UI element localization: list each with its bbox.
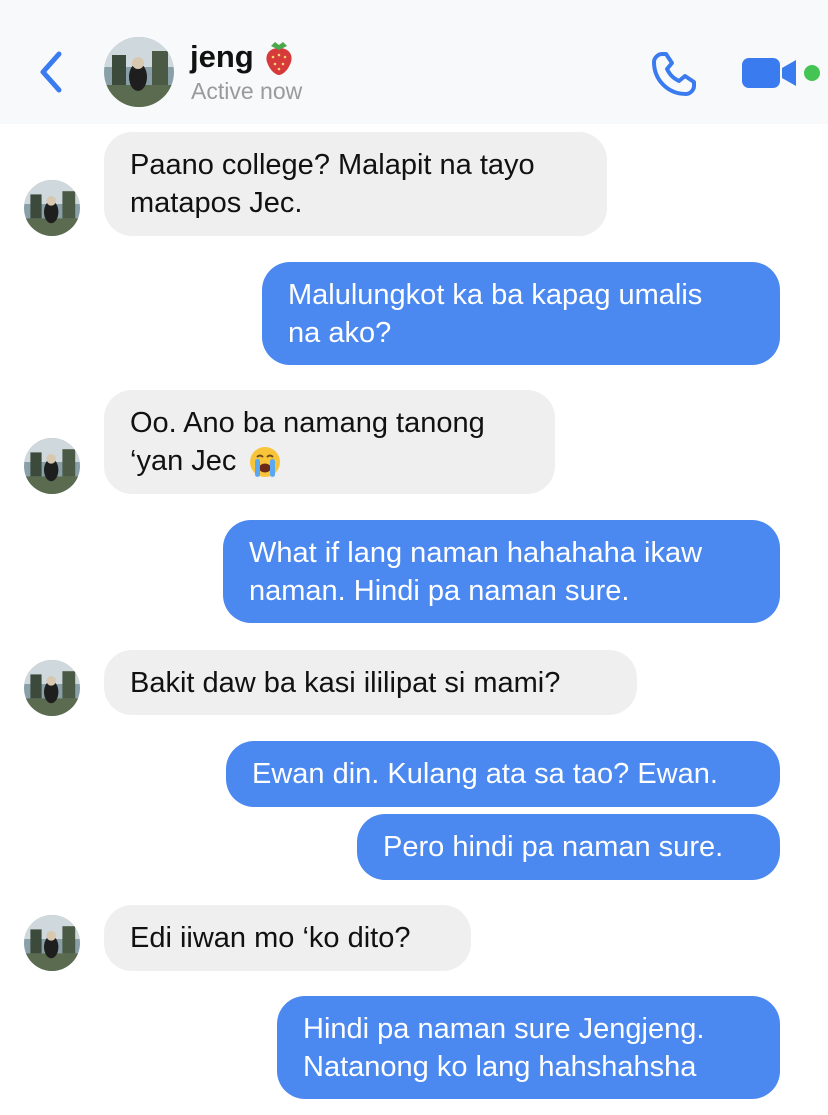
message-line: Oo. Ano ba namang tanong	[130, 407, 485, 439]
message-line: Natanong ko lang hahshahsha	[303, 1050, 697, 1083]
message-line: Bakit daw ba kasi ililipat si mami?	[130, 666, 561, 699]
message-bubble-outgoing[interactable]: Ewan din. Kulang ata sa tao? Ewan.	[226, 741, 780, 807]
message-line: matapos Jec.	[130, 187, 303, 219]
message-bubble-incoming[interactable]: Edi iiwan mo ‘ko dito?	[104, 905, 471, 971]
message-line-with-emoji: ‘yan Jec	[130, 442, 485, 480]
loudly-crying-face-icon	[250, 447, 281, 478]
back-button[interactable]	[30, 46, 70, 98]
chat-header: jeng Active now	[0, 0, 828, 124]
message-line: What if lang naman hahahaha ikaw	[249, 536, 703, 569]
contact-name: jeng	[190, 38, 296, 76]
active-status: Active now	[191, 78, 303, 104]
sender-avatar[interactable]	[24, 915, 80, 971]
contact-avatar[interactable]	[104, 37, 174, 107]
message-line: Paano college? Malapit na tayo	[130, 149, 535, 181]
phone-icon	[652, 52, 696, 96]
call-button[interactable]	[648, 48, 700, 100]
sender-avatar[interactable]	[24, 660, 80, 716]
message-bubble-incoming[interactable]: Paano college? Malapit na tayo matapos J…	[104, 132, 607, 236]
message-line: Pero hindi pa naman sure.	[383, 831, 724, 863]
message-bubble-outgoing[interactable]: Pero hindi pa naman sure.	[357, 814, 780, 880]
message-line: Edi iiwan mo ‘ko dito?	[130, 922, 411, 954]
sender-avatar[interactable]	[24, 438, 80, 494]
contact-name-text: jeng	[190, 39, 254, 74]
message-line: Malulungkot ka ba kapag umalis	[288, 278, 703, 311]
sender-avatar[interactable]	[24, 180, 80, 236]
chevron-left-icon	[40, 51, 62, 93]
video-call-button[interactable]	[740, 52, 800, 94]
message-bubble-outgoing[interactable]: Malulungkot ka ba kapag umalis na ako?	[262, 262, 780, 365]
message-bubble-outgoing[interactable]: What if lang naman hahahaha ikaw naman. …	[223, 520, 780, 623]
message-bubble-incoming[interactable]: Bakit daw ba kasi ililipat si mami?	[104, 650, 637, 715]
video-camera-icon	[742, 58, 796, 88]
strawberry-icon	[266, 42, 292, 75]
message-bubble-incoming[interactable]: Oo. Ano ba namang tanong ‘yan Jec	[104, 390, 555, 494]
message-line: Hindi pa naman sure Jengjeng.	[303, 1012, 705, 1045]
message-line: naman. Hindi pa naman sure.	[249, 574, 630, 607]
online-indicator	[804, 65, 820, 81]
message-line: ‘yan Jec	[130, 445, 237, 477]
message-bubble-outgoing[interactable]: Hindi pa naman sure Jengjeng. Natanong k…	[277, 996, 780, 1099]
message-line: na ako?	[288, 316, 392, 349]
message-line: Ewan din. Kulang ata sa tao? Ewan.	[252, 758, 718, 790]
